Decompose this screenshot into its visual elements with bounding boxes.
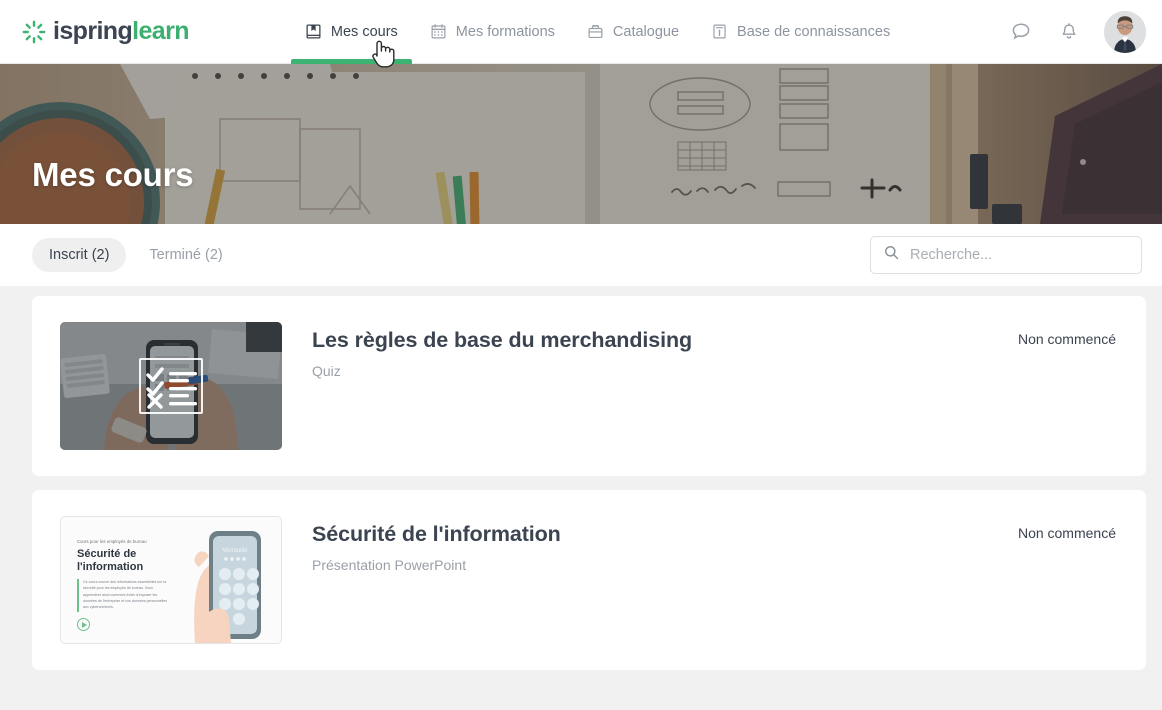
course-title: Sécurité de l'information xyxy=(312,522,561,546)
course-info: Sécurité de l'information Présentation P… xyxy=(312,516,1018,573)
hero-dark-overlay xyxy=(0,64,1162,224)
course-title: Les règles de base du merchandising xyxy=(312,328,693,352)
course-info: Les règles de base du merchandising Quiz xyxy=(312,322,1018,379)
chat-bubble-icon[interactable] xyxy=(1008,19,1034,45)
play-circle-icon xyxy=(77,618,90,631)
nav-item-label: Catalogue xyxy=(612,23,680,40)
user-avatar[interactable] xyxy=(1104,10,1146,53)
course-type: Présentation PowerPoint xyxy=(312,557,467,573)
slide-accent-rule xyxy=(77,579,79,612)
info-document-icon xyxy=(711,23,728,40)
page-root: ispringlearn Mes cours Mes formations Ca… xyxy=(0,0,1162,710)
nav-item-catalogue[interactable]: Catalogue xyxy=(571,0,695,64)
hero-banner: Mes cours xyxy=(0,64,1162,224)
nav-item-base-de-connaissances[interactable]: Base de connaissances xyxy=(695,0,906,64)
nav-item-label: Base de connaissances xyxy=(737,23,891,40)
nav-item-mes-cours[interactable]: Mes cours xyxy=(289,0,414,64)
course-status: Non commencé xyxy=(1017,331,1116,347)
search-box[interactable] xyxy=(870,236,1142,274)
search-input[interactable] xyxy=(910,247,1129,263)
top-navigation-bar: ispringlearn Mes cours Mes formations Ca… xyxy=(0,0,1162,64)
logo-text-ispring: ispring xyxy=(53,17,133,45)
information-security-slide-thumbnail: Cours pour les employés de bureau Sécuri… xyxy=(60,516,282,644)
course-card[interactable]: Les règles de base du merchandising Quiz… xyxy=(32,296,1146,476)
quiz-checklist-phone-thumbnail xyxy=(60,322,282,450)
course-type: Quiz xyxy=(312,363,341,379)
brand-logo[interactable]: ispringlearn xyxy=(22,17,190,45)
quiz-checklist-icon xyxy=(139,358,203,414)
tab-inscrit[interactable]: Inscrit (2) xyxy=(32,238,127,272)
page-title: Mes cours xyxy=(32,156,194,193)
svg-text:Verrouillé: Verrouillé xyxy=(222,548,248,554)
briefcase-icon xyxy=(587,23,604,40)
course-filter-tabs: Inscrit (2) Terminé (2) xyxy=(32,238,240,272)
nav-right-actions xyxy=(1008,10,1146,53)
logo-text-learn: learn xyxy=(132,17,189,45)
slide-description-text: Ce cours couvre des informations essenti… xyxy=(83,580,167,610)
course-card[interactable]: Cours pour les employés de bureau Sécuri… xyxy=(32,490,1146,670)
notification-bell-icon[interactable] xyxy=(1056,19,1082,45)
slide-kicker-text: Cours pour les employés de bureau xyxy=(77,539,147,544)
main-nav-items: Mes cours Mes formations Catalogue Base … xyxy=(289,0,906,64)
book-bookmark-icon xyxy=(305,23,322,40)
slide-title-text: Sécurité de l'information xyxy=(77,548,144,573)
nav-item-label: Mes formations xyxy=(455,23,555,40)
nav-item-label: Mes cours xyxy=(330,23,398,40)
nav-item-mes-formations[interactable]: Mes formations xyxy=(414,0,571,64)
search-icon xyxy=(883,244,900,266)
courses-list: Les règles de base du merchandising Quiz… xyxy=(0,286,1162,670)
course-status: Non commencé xyxy=(1017,525,1116,541)
ispring-asterisk-icon xyxy=(22,20,46,44)
hand-holding-phone-illustration: Verrouillé xyxy=(181,519,277,643)
calendar-icon xyxy=(430,23,447,40)
tab-termine[interactable]: Terminé (2) xyxy=(132,238,239,272)
courses-toolbar: Inscrit (2) Terminé (2) xyxy=(0,224,1162,286)
